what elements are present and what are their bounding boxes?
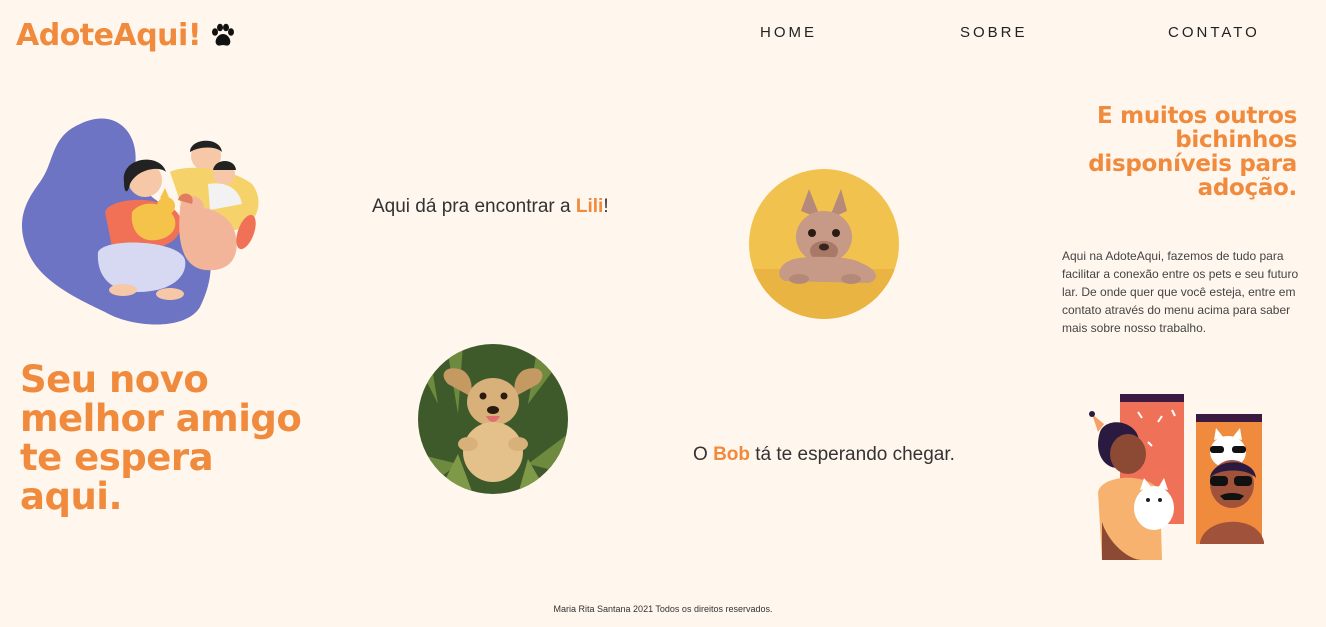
bob-photo bbox=[418, 344, 568, 494]
lili-caption: Aqui dá pra encontrar a Lili! bbox=[372, 196, 609, 218]
family-illustration bbox=[20, 112, 270, 327]
lili-photo bbox=[749, 169, 899, 319]
bob-caption: O Bob tá te esperando chegar. bbox=[693, 444, 955, 466]
bob-caption-end: tá te esperando chegar. bbox=[750, 444, 955, 465]
nav-home[interactable]: HOME bbox=[760, 24, 817, 41]
logo-text: AdoteAqui! bbox=[16, 18, 202, 53]
bob-caption-text: O bbox=[693, 444, 714, 465]
side-title: E muitos outros bichinhos disponíveis pa… bbox=[1088, 103, 1297, 201]
paw-icon bbox=[209, 23, 235, 49]
hero-title: Seu novo melhor amigo te espera aqui. bbox=[20, 358, 302, 518]
side-description: Aqui na AdoteAqui, fazemos de tudo para … bbox=[1062, 249, 1299, 335]
logo[interactable]: AdoteAqui! bbox=[16, 18, 235, 53]
lili-caption-text: Aqui dá pra encontrar a bbox=[372, 196, 576, 217]
lili-name: Lili bbox=[575, 196, 604, 217]
lili-caption-end: ! bbox=[603, 196, 609, 217]
nav-sobre[interactable]: SOBRE bbox=[960, 24, 1028, 41]
nav-contato[interactable]: CONTATO bbox=[1168, 24, 1260, 41]
main-nav: HOME SOBRE CONTATO bbox=[720, 24, 1300, 44]
footer-text: Maria Rita Santana 2021 Todos os direito… bbox=[553, 604, 773, 614]
bob-name: Bob bbox=[713, 444, 750, 465]
party-illustration bbox=[1088, 392, 1270, 564]
site-footer: Maria Rita Santana 2021 Todos os direito… bbox=[0, 604, 1326, 614]
